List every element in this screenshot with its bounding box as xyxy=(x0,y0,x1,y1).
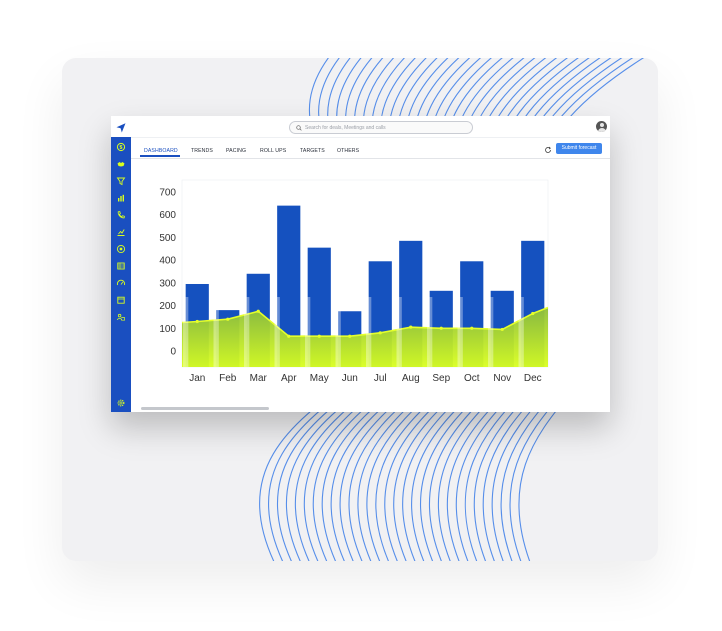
navigation-arrow-icon[interactable] xyxy=(115,121,127,133)
area-point-jan xyxy=(195,319,199,324)
dollar-icon[interactable] xyxy=(115,141,127,153)
gauge-icon[interactable] xyxy=(115,277,127,289)
refresh-icon[interactable] xyxy=(543,145,552,154)
y-tick-label: 500 xyxy=(159,233,176,244)
revenue-chart: 0 100 200 300 400 500 600 700 Jan Feb Mar Apr May Ju… xyxy=(159,179,549,384)
growth-chart-icon[interactable] xyxy=(115,226,127,238)
area-point-apr xyxy=(287,334,291,338)
active-tab-indicator xyxy=(140,155,180,157)
area-point-nov xyxy=(500,327,504,332)
y-tick-label: 300 xyxy=(159,278,176,289)
column-gap xyxy=(244,297,250,367)
column-gap xyxy=(305,297,311,367)
x-tick-label: Aug xyxy=(402,373,420,384)
target-icon[interactable] xyxy=(115,243,127,255)
x-tick-label: Jun xyxy=(342,373,358,384)
phone-icon[interactable] xyxy=(115,209,127,221)
area-point-sep xyxy=(439,326,443,330)
x-tick-label: Jan xyxy=(189,373,205,384)
x-tick-label: Feb xyxy=(219,373,237,384)
x-tick-label: Sep xyxy=(432,373,450,384)
tab-bar: DASHBOARD TRENDS PACING ROLL UPS TARGETS… xyxy=(131,137,610,159)
area-point-oct xyxy=(470,326,474,330)
area-point-may xyxy=(317,334,321,338)
area-point-mar xyxy=(256,309,260,313)
column-gap xyxy=(335,297,341,367)
team-icon[interactable] xyxy=(115,311,127,323)
area-point-jul xyxy=(378,331,382,335)
area-point-dec xyxy=(531,311,535,316)
column-gap xyxy=(427,297,433,367)
tab-trends[interactable]: TRENDS xyxy=(191,148,213,154)
y-tick-label: 400 xyxy=(159,256,176,267)
top-bar xyxy=(131,116,610,137)
y-tick-label: 200 xyxy=(159,301,176,312)
column-gap xyxy=(396,297,402,367)
area-point-jun xyxy=(348,334,352,338)
submit-forecast-button[interactable]: Submit forecast xyxy=(556,143,602,154)
handshake-icon[interactable] xyxy=(115,158,127,170)
column-gap xyxy=(457,297,463,367)
funnel-icon[interactable] xyxy=(115,175,127,187)
x-tick-label: Nov xyxy=(493,373,511,384)
y-tick-label: 700 xyxy=(159,188,176,199)
x-tick-label: Mar xyxy=(250,373,268,384)
chart-area: 0 100 200 300 400 500 600 700 Jan Feb Mar Apr May Ju… xyxy=(151,177,581,390)
x-tick-label: Jul xyxy=(374,373,387,384)
y-tick-label: 100 xyxy=(159,324,176,335)
app-window: DASHBOARD TRENDS PACING ROLL UPS TARGETS… xyxy=(111,116,610,412)
settings-icon[interactable] xyxy=(115,397,127,409)
x-tick-label: Apr xyxy=(281,373,297,384)
column-gap xyxy=(274,297,280,367)
tab-roll-ups[interactable]: ROLL UPS xyxy=(260,148,286,154)
table-icon[interactable] xyxy=(115,260,127,272)
area-point-feb xyxy=(226,317,230,321)
tab-others[interactable]: OTHERS xyxy=(337,148,359,154)
tab-dashboard[interactable]: DASHBOARD xyxy=(144,148,178,154)
area-point-aug xyxy=(409,325,413,329)
column-gap xyxy=(366,297,372,367)
y-tick-label: 600 xyxy=(159,210,176,221)
tab-pacing[interactable]: PACING xyxy=(226,148,246,154)
x-tick-label: Dec xyxy=(524,373,542,384)
tab-targets[interactable]: TARGETS xyxy=(300,148,325,154)
column-gap xyxy=(518,297,524,367)
bar-chart-icon[interactable] xyxy=(115,192,127,204)
column-gap xyxy=(183,297,189,367)
sidebar xyxy=(111,116,131,412)
x-tick-label: Oct xyxy=(464,373,480,384)
horizontal-scrollbar[interactable] xyxy=(141,407,269,410)
column-gap xyxy=(488,297,494,367)
x-tick-label: May xyxy=(310,373,329,384)
search-bar[interactable] xyxy=(289,121,473,134)
y-tick-label: 0 xyxy=(170,347,176,358)
search-input[interactable] xyxy=(302,123,465,132)
column-gap xyxy=(213,297,219,367)
calendar-icon[interactable] xyxy=(115,294,127,306)
avatar[interactable] xyxy=(596,121,607,132)
